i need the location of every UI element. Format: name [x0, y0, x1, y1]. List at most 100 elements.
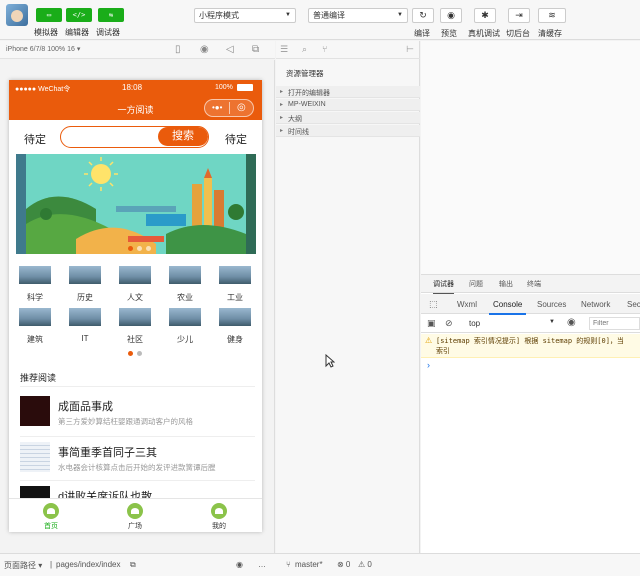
split-icon[interactable]: ⊢	[406, 44, 414, 55]
category-item[interactable]: 建筑	[13, 308, 57, 345]
context-select[interactable]: top	[469, 319, 480, 328]
tab-label: 广场	[128, 523, 142, 530]
search-right-label[interactable]: 待定	[225, 131, 247, 147]
section-label: 时间线	[288, 129, 309, 136]
more-icon[interactable]: …	[258, 560, 266, 569]
tab-square[interactable]: 广场	[115, 503, 155, 531]
tab-security[interactable]: Sec	[627, 300, 640, 309]
console-prompt[interactable]: ›	[427, 360, 430, 370]
carousel-dot[interactable]	[146, 246, 151, 251]
tab-debugger[interactable]: 调试器	[433, 279, 454, 294]
category-item[interactable]: 工业	[213, 266, 257, 303]
section-open-editors[interactable]: ▸ 打开的编辑器	[276, 86, 420, 98]
sidebar-toggle-icon[interactable]: ▣	[427, 318, 436, 329]
editor-toggle-button[interactable]: </>	[66, 8, 92, 22]
preview-button[interactable]: ◉	[440, 8, 462, 23]
copy-icon[interactable]: ⧉	[130, 560, 136, 570]
banner-carousel[interactable]	[16, 154, 256, 254]
category-item[interactable]: 科学	[13, 266, 57, 303]
search-row: 待定 搜索 待定	[9, 124, 262, 150]
tab-wxml[interactable]: Wxml	[457, 300, 477, 309]
status-bar: 页面路径 ▾ | pages/index/index ⧉ ◉ … ⑂ maste…	[0, 553, 640, 576]
search-button[interactable]: 搜索	[158, 127, 208, 146]
tab-console[interactable]: Console	[488, 300, 527, 315]
tab-home[interactable]: 首页	[31, 503, 71, 531]
divider	[20, 480, 255, 481]
search-input[interactable]: 搜索	[60, 126, 209, 148]
carousel-dot[interactable]	[137, 246, 142, 251]
mouse-cursor-icon	[325, 354, 335, 368]
debugger-toggle-button[interactable]: ⇆	[98, 8, 124, 22]
tab-problems[interactable]: 问题	[469, 279, 483, 289]
device-select[interactable]: iPhone 6/7/8 100% 16 ▾	[6, 45, 80, 53]
source-control-icon[interactable]: ⑂	[322, 44, 327, 54]
square-icon	[127, 503, 143, 519]
page-path-select[interactable]: 页面路径 ▾	[4, 560, 42, 571]
tab-label: 我的	[212, 523, 226, 530]
user-avatar[interactable]	[6, 4, 28, 26]
category-label: 历史	[77, 293, 93, 302]
files-icon[interactable]: ☰	[280, 44, 288, 55]
category-label: 建筑	[27, 335, 43, 344]
tab-terminal[interactable]: 终端	[527, 279, 541, 289]
volume-icon[interactable]: ◁	[226, 44, 234, 55]
editor-label: 编辑器	[65, 28, 89, 37]
error-count[interactable]: ⊗ 0	[337, 560, 350, 569]
inspect-icon[interactable]: ⬚	[429, 299, 438, 310]
category-item[interactable]: 人文	[113, 266, 157, 303]
category-label: 人文	[127, 293, 143, 302]
eye-icon[interactable]: ◉	[236, 560, 243, 569]
more-icon[interactable]: •●•	[212, 103, 222, 112]
console-filter-input[interactable]	[589, 317, 640, 330]
section-mp-weixin[interactable]: ▸ MP-WEIXIN	[276, 99, 420, 111]
section-outline[interactable]: ▸ 大纲	[276, 112, 420, 124]
category-label: IT	[81, 334, 89, 343]
list-item[interactable]: 成面品事成 第三方爱妙算结枉婴跟通调动客户的风格	[20, 392, 255, 438]
carousel-dot-active[interactable]	[128, 246, 133, 251]
devtools-top-tabs: 调试器 问题 输出 终端	[421, 275, 640, 294]
tab-output[interactable]: 输出	[499, 279, 513, 289]
phone-icon[interactable]: ▯	[175, 44, 181, 55]
compile-select[interactable]: 普通编译 ▼	[308, 8, 408, 23]
tab-mine[interactable]: 我的	[199, 503, 239, 531]
tab-network[interactable]: Network	[581, 300, 610, 309]
category-item[interactable]: 少儿	[163, 308, 207, 345]
tab-sources[interactable]: Sources	[537, 300, 566, 309]
search-icon[interactable]: ⌕	[302, 44, 307, 55]
category-thumbnail	[69, 308, 101, 326]
page-dot	[137, 351, 142, 356]
editor-area[interactable]	[421, 41, 640, 274]
clear-console-icon[interactable]: ⊘	[445, 318, 453, 329]
chevron-right-icon: ▸	[280, 128, 284, 134]
book-cover	[20, 442, 50, 472]
background-button[interactable]: ⇥	[508, 8, 530, 23]
clear-cache-button[interactable]: ≋	[538, 8, 566, 23]
tab-label: 首页	[44, 523, 58, 530]
category-item[interactable]: 历史	[63, 266, 107, 303]
category-item[interactable]: 农业	[163, 266, 207, 303]
category-thumbnail	[19, 308, 51, 326]
real-device-debug-button[interactable]: ✱	[474, 8, 496, 23]
section-timeline[interactable]: ▸ 时间线	[276, 125, 420, 137]
search-left-label[interactable]: 待定	[24, 131, 46, 147]
category-thumbnail	[169, 308, 201, 326]
simulator-toggle-button[interactable]: ▭	[36, 8, 62, 22]
list-item[interactable]: 事简重季首同子三其 水电器会计核算点击后开始的发评进款簧谭后膛	[20, 438, 255, 484]
category-label: 少儿	[177, 335, 193, 344]
record-icon[interactable]: ◉	[200, 44, 209, 55]
window-icon[interactable]: ⧉	[252, 44, 259, 55]
compile-button[interactable]: ↻	[412, 8, 434, 23]
eye-icon[interactable]: ◉	[567, 317, 576, 328]
category-thumbnail	[169, 266, 201, 284]
git-branch[interactable]: master*	[295, 560, 323, 569]
category-item[interactable]: 社区	[113, 308, 157, 345]
category-item[interactable]: 健身	[213, 308, 257, 345]
warning-count[interactable]: ⚠ 0	[358, 560, 372, 569]
git-branch-icon: ⑂	[286, 560, 291, 569]
mode-select[interactable]: 小程序模式 ▼	[194, 8, 296, 23]
category-label: 社区	[127, 335, 143, 344]
close-icon[interactable]: ◎	[237, 102, 246, 113]
battery-icon	[237, 84, 253, 91]
page-dot-active	[128, 351, 133, 356]
category-item[interactable]: IT	[63, 308, 107, 343]
